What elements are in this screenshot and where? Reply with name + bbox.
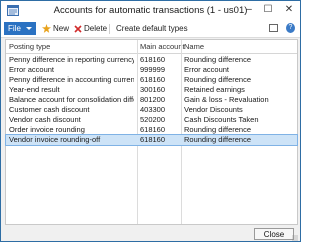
new-label: New	[53, 24, 70, 33]
account-name-cell: Error account	[184, 65, 230, 74]
column-header-name[interactable]: Name	[184, 41, 294, 52]
main-account-cell[interactable]: 618160	[140, 135, 180, 145]
posting-type-cell: Year-end result	[9, 85, 60, 94]
new-button[interactable]: New	[42, 23, 69, 35]
posting-type-cell: Customer cash discount	[9, 105, 90, 114]
account-name-cell: Vendor Discounts	[184, 105, 243, 114]
main-account-cell[interactable]: 999999	[140, 65, 180, 75]
file-menu-label: File	[8, 24, 21, 33]
posting-type-cell: Vendor cash discount	[9, 115, 81, 124]
toolbar-divider	[109, 24, 110, 34]
main-account-cell[interactable]: 300160	[140, 85, 180, 95]
help-icon[interactable]: ?	[286, 23, 295, 33]
posting-type-cell: Vendor invoice rounding-off	[9, 135, 101, 144]
account-name-cell: Rounding difference	[184, 135, 251, 144]
posting-type-cell: Order invoice rounding	[9, 125, 85, 134]
create-default-types-button[interactable]: Create default types	[116, 23, 188, 35]
main-account-cell[interactable]: 618160	[140, 75, 180, 85]
account-name-cell: Rounding difference	[184, 125, 251, 134]
posting-type-cell: Error account	[9, 65, 55, 74]
posting-type-cell: Balance account for consolidation differ…	[9, 95, 134, 104]
grid-header: Posting type Main account Name	[6, 40, 297, 54]
posting-type-cell: Penny difference in reporting currency	[9, 55, 134, 64]
delete-button[interactable]: Delete	[74, 23, 107, 35]
table-row[interactable]: Penny difference in reporting currency 6…	[6, 55, 297, 65]
column-header-posting-type[interactable]: Posting type	[9, 41, 134, 52]
account-name-cell: Cash Discounts Taken	[184, 115, 259, 124]
maximize-button[interactable]: ☐	[260, 3, 276, 17]
delete-x-icon	[74, 25, 82, 33]
dialog-footer: Close	[1, 225, 300, 241]
main-account-cell[interactable]: 618160	[140, 55, 180, 65]
new-star-icon	[42, 24, 51, 34]
file-menu-button[interactable]: File	[4, 22, 36, 35]
posting-type-cell: Penny difference in accounting currency	[9, 75, 134, 84]
resize-grip-icon[interactable]	[292, 235, 298, 241]
delete-label: Delete	[84, 24, 108, 33]
chevron-down-icon	[26, 27, 32, 30]
table-row[interactable]: Vendor cash discount 520200 Cash Discoun…	[6, 115, 297, 125]
account-name-cell: Gain & loss - Revaluation	[184, 95, 269, 104]
minimize-button[interactable]: –	[241, 3, 257, 17]
table-row[interactable]: Order invoice rounding 618160 Rounding d…	[6, 125, 297, 135]
main-account-cell[interactable]: 801200	[140, 95, 180, 105]
column-header-main-account[interactable]: Main account	[140, 41, 185, 52]
main-account-cell[interactable]: 618160	[140, 125, 180, 135]
account-name-cell: Retained earnings	[184, 85, 245, 94]
table-row[interactable]: Balance account for consolidation differ…	[6, 95, 297, 105]
table-row[interactable]: Year-end result 300160 Retained earnings	[6, 85, 297, 95]
title-bar: Accounts for automatic transactions (1 -…	[1, 1, 300, 21]
close-button[interactable]: Close	[254, 228, 294, 240]
main-account-cell[interactable]: 520200	[140, 115, 180, 125]
account-name-cell: Rounding difference	[184, 55, 251, 64]
account-name-cell: Rounding difference	[184, 75, 251, 84]
table-row-selected[interactable]: Vendor invoice rounding-off 618160 Round…	[5, 134, 298, 146]
table-row[interactable]: Error account 999999 Error account	[6, 65, 297, 75]
grid: Posting type Main account Name Penny dif…	[5, 39, 298, 225]
main-account-cell[interactable]: 403300	[140, 105, 180, 115]
dialog-window: Accounts for automatic transactions (1 -…	[0, 0, 301, 242]
action-pane: File New Delete Create default types ?	[1, 21, 300, 38]
window-close-button[interactable]: ✕	[279, 3, 299, 17]
table-row[interactable]: Customer cash discount 403300 Vendor Dis…	[6, 105, 297, 115]
window-layout-icon[interactable]	[269, 24, 278, 32]
table-row[interactable]: Penny difference in accounting currency …	[6, 75, 297, 85]
